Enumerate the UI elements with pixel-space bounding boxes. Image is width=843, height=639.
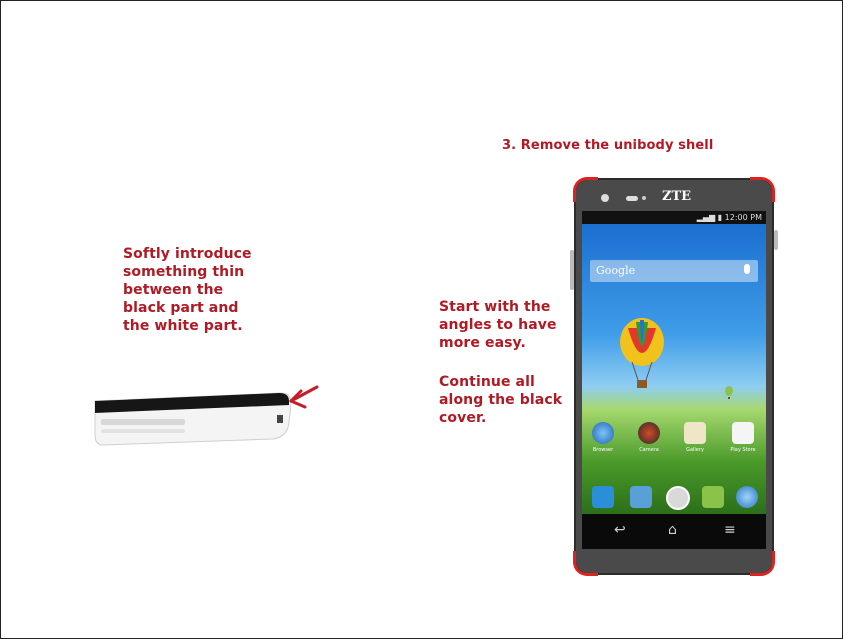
signal-icon: ▂▄▆ [696,213,716,222]
instruction-text-right-2: Continue all along the black cover. [439,374,563,426]
arrow-icon [289,385,319,409]
play-store-app-icon [732,422,754,444]
wallpaper: Google Browser Camera Gallery Play Store [582,224,766,514]
earpiece [626,196,638,201]
app-drawer-icon [666,486,690,510]
search-label: Google [596,264,636,277]
app-label: Play Store [730,447,756,453]
phone-screen: ▂▄▆ ▮ 12:00 PM Google Browser Camera Gal… [582,211,766,549]
small-balloon-icon [725,386,733,399]
app-label: Browser [592,447,614,453]
corner-highlight [750,177,775,202]
front-camera-icon [601,194,609,202]
navigation-bar: ↩ ⌂ ≡ [582,514,766,549]
app-label: Gallery [686,447,704,453]
sensor-icon [642,196,646,200]
step-title: 3. Remove the unibody shell [502,138,714,153]
corner-highlight [573,177,598,202]
volume-button [570,250,574,290]
corner-highlight [750,551,775,576]
contacts-icon [630,486,652,508]
battery-icon: ▮ [717,213,723,222]
gallery-app-icon [684,422,706,444]
instruction-image: 3. Remove the unibody shell Softly intro… [0,0,843,639]
status-bar: ▂▄▆ ▮ 12:00 PM [582,211,766,224]
corner-highlight [573,551,598,576]
back-icon: ↩ [614,522,626,538]
browser-app-icon [592,422,614,444]
home-icon: ⌂ [668,522,677,538]
brand-logo: ZTE [662,189,692,204]
phone-front-view: ZTE ▂▄▆ ▮ 12:00 PM Google Browser Camera… [570,177,778,576]
camera-app-icon [638,422,660,444]
instruction-text-right-1: Start with the angles to have more easy. [439,299,557,351]
instruction-text-left: Softly introduce something thin between … [123,246,252,334]
status-time: 12:00 PM [724,213,762,222]
phone-side-view [94,392,292,446]
phone-dialer-icon [592,486,614,508]
globe-icon [736,486,758,508]
mic-icon [744,264,750,274]
menu-icon: ≡ [724,522,736,538]
power-button [774,230,778,250]
hot-air-balloon-icon [620,318,664,388]
messaging-icon [702,486,724,508]
search-bar: Google [590,260,758,282]
app-label: Camera [639,447,659,453]
